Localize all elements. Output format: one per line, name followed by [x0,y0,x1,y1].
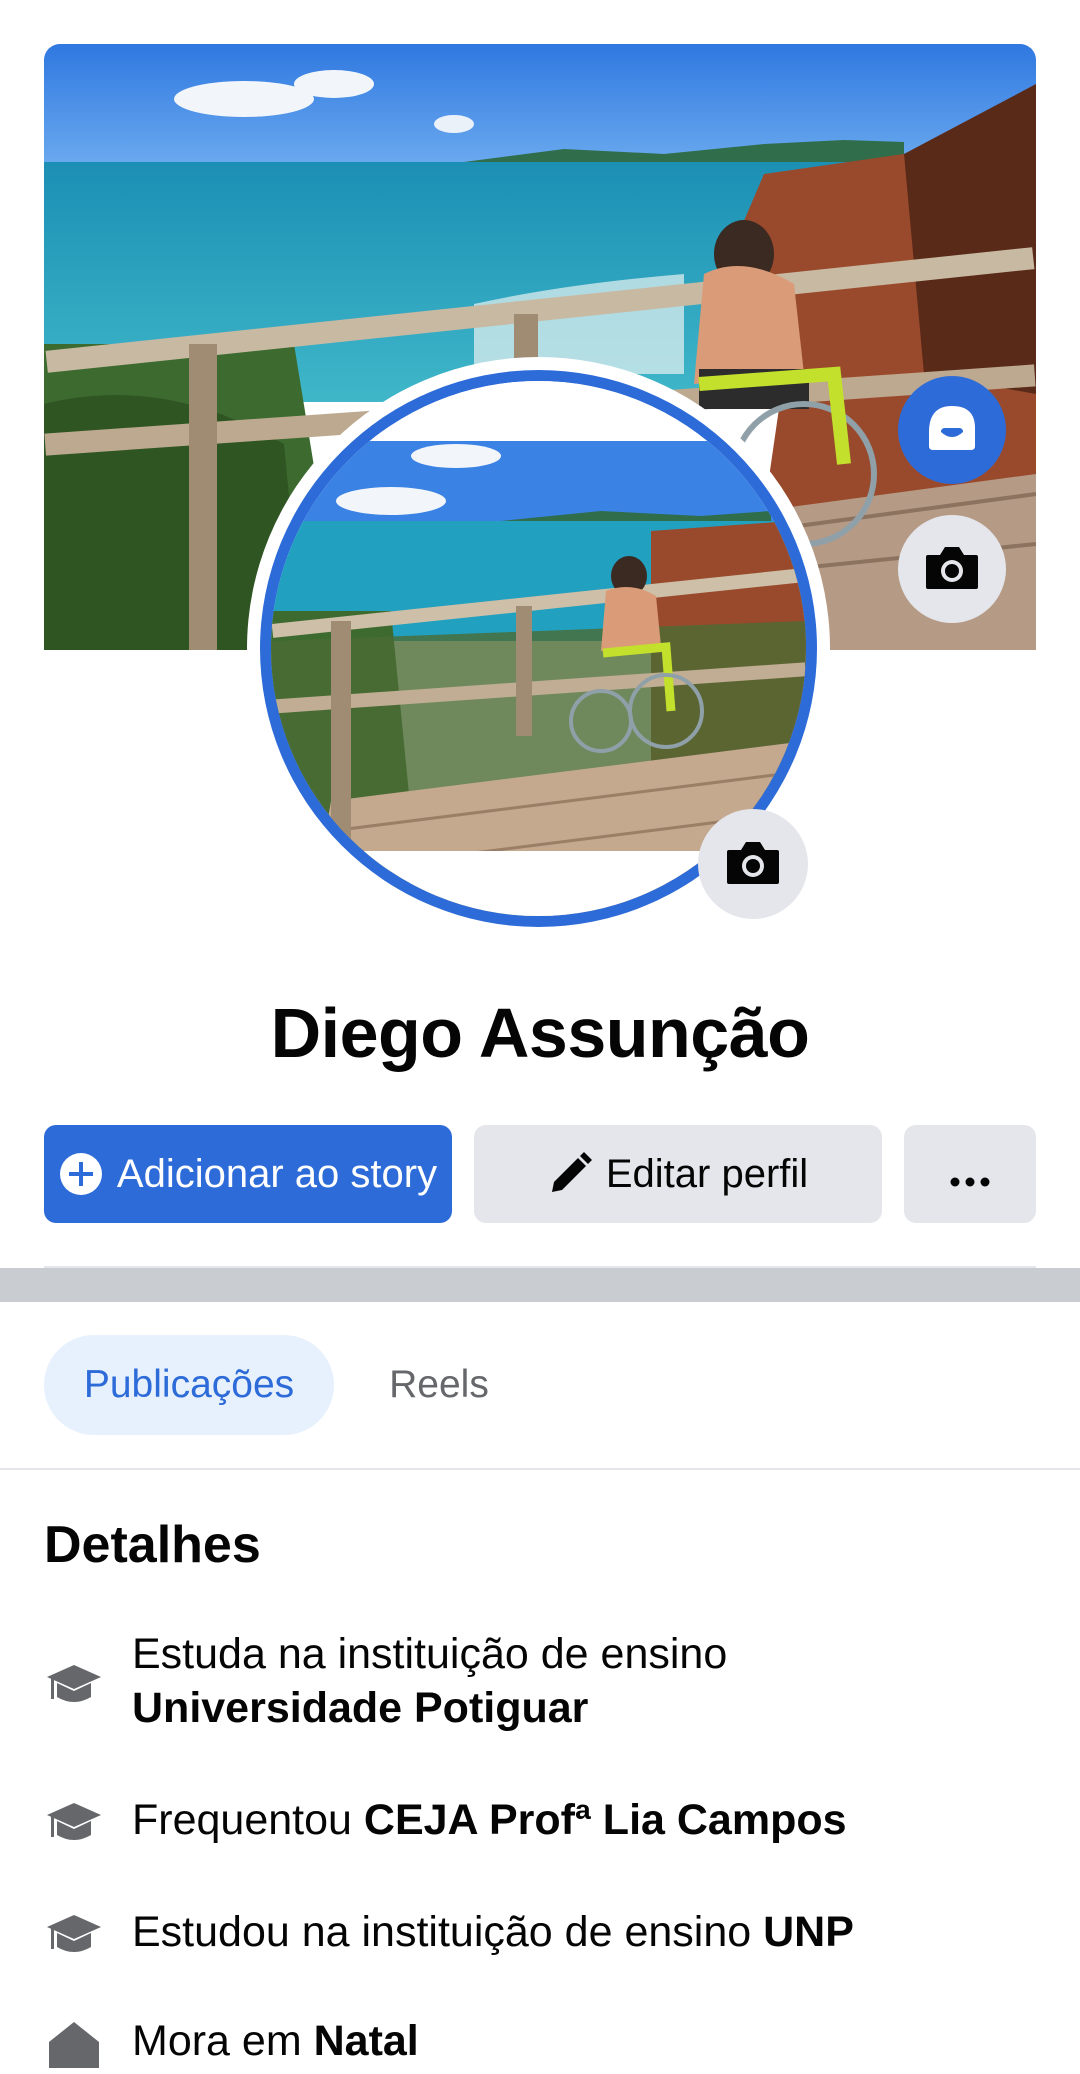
detail-item: Estuda na instituição de ensino Universi… [44,1627,1044,1735]
plus-circle-icon [59,1152,103,1196]
tab-reels[interactable]: Reels [364,1335,514,1435]
detail-item: Mora em Natal [44,2014,1044,2074]
detail-text: Frequentou CEJA Profª Lia Campos [132,1793,847,1847]
cover-camera-button[interactable] [898,515,1006,623]
detail-value[interactable]: Universidade Potiguar [132,1684,588,1732]
camera-icon [725,838,781,891]
detail-value[interactable]: CEJA Profª Lia Campos [364,1796,847,1844]
more-dots-icon [950,1152,990,1197]
edit-profile-button[interactable]: Editar perfil [474,1125,882,1223]
camera-icon [924,543,980,596]
detail-prefix: Mora em [132,2017,302,2065]
details-title: Detalhes [44,1516,261,1574]
profile-camera-button[interactable] [698,809,808,919]
add-to-story-label: Adicionar ao story [116,1151,438,1196]
detail-prefix: Estudou na instituição de ensino [132,1908,752,1956]
detail-text: Estuda na instituição de ensino Universi… [132,1627,727,1735]
tab-publicacoes[interactable]: Publicações [44,1335,334,1435]
detail-item: Frequentou CEJA Profª Lia Campos [44,1793,1044,1853]
graduation-cap-icon [44,1905,104,1965]
home-icon [44,2014,104,2074]
graduation-cap-icon [44,1655,104,1715]
more-options-button[interactable] [904,1125,1036,1223]
profile-name: Diego Assunção [270,994,810,1072]
detail-value[interactable]: UNP [763,1908,854,1956]
detail-item: Estudou na instituição de ensino UNP [44,1905,1044,1965]
avatar-button[interactable] [898,376,1006,484]
avatar-icon [923,402,981,459]
pencil-icon [548,1152,592,1196]
detail-prefix: Estuda na instituição de ensino [132,1630,728,1678]
detail-text: Mora em Natal [132,2014,419,2068]
section-divider [0,1268,1080,1302]
tabs-divider [0,1468,1080,1470]
detail-text: Estudou na instituição de ensino UNP [132,1905,854,1959]
add-to-story-button[interactable]: Adicionar ao story [44,1125,452,1223]
detail-prefix: Frequentou [132,1796,352,1844]
edit-profile-label: Editar perfil [605,1151,809,1196]
detail-value[interactable]: Natal [314,2017,419,2065]
graduation-cap-icon [44,1793,104,1853]
